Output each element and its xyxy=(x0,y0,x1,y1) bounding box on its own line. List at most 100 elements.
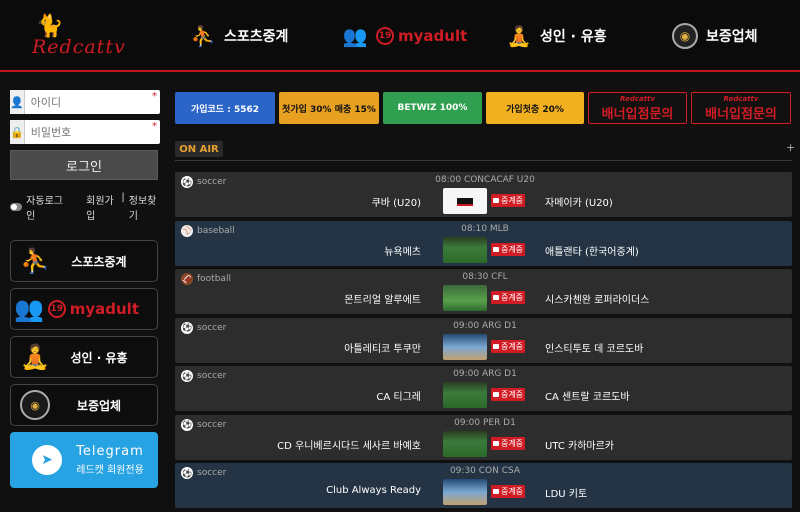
sport-name: baseball xyxy=(197,225,235,236)
sport-name: soccer xyxy=(197,468,227,478)
banner-inquiry-label: 배너입점문의 xyxy=(601,106,674,122)
game-time-league: 09:00 ARG D1 xyxy=(453,369,517,379)
massage-icon: 🧘 xyxy=(506,24,532,48)
game-row[interactable]: ⚽ soccer 09:30 CON CSA Club Always Ready 중계중… xyxy=(175,463,792,508)
banner-brand: Redcattv xyxy=(723,94,759,103)
away-team: CA 센트랄 코르도바 xyxy=(545,392,630,403)
camera-icon xyxy=(492,489,499,494)
banner-ad-1[interactable]: 가입코드 : 5562 xyxy=(175,92,275,124)
logo-text: Redcattv xyxy=(32,36,126,58)
banner-strip: 가입코드 : 5562 첫가입 30% 매충 15% BETWIZ 100% 가… xyxy=(175,92,792,124)
telegram-subtitle: 레드캣 회원전용 xyxy=(76,465,144,476)
stream-thumbnail[interactable] xyxy=(443,285,487,311)
home-team: CA 티그레 xyxy=(376,392,421,403)
top-header: 🐈 Redcattv ⛹ 스포츠중계 👥 19 myadult 🧘 성인 · 유… xyxy=(0,0,800,72)
sport-name: soccer xyxy=(197,371,227,381)
nav-myadult[interactable]: 👥 19 myadult xyxy=(342,20,468,52)
site-logo[interactable]: 🐈 Redcattv xyxy=(30,14,140,58)
game-list: ⚽ soccer 08:00 CONCACAF U20 쿠바 (U20) 중계중 자메이카… xyxy=(175,172,792,512)
stream-thumbnail[interactable] xyxy=(443,333,487,360)
more-button[interactable]: + xyxy=(786,141,795,154)
home-team: CD 우니베르시다드 세사르 바예호 xyxy=(277,440,421,452)
game-row[interactable]: ⚽ soccer 09:00 ARG D1 CA 티그레 중계중 CA 센트랄 코르도바 xyxy=(175,366,792,411)
guarantee-badge-icon: ◉ xyxy=(11,390,59,420)
side-menu-sports[interactable]: ⛹ 스포츠중계 xyxy=(10,240,158,282)
game-row[interactable]: ⚾ baseball 08:10 MLB 뉴욕메츠 중계중 애틀랜타 (한국어중계) xyxy=(175,220,792,266)
find-info-link[interactable]: 정보찾기 xyxy=(129,192,160,222)
side-menu-myadult[interactable]: 👥 19 myadult xyxy=(10,288,158,330)
nav-sports-label: 스포츠중계 xyxy=(224,29,289,45)
game-time-league: 09:00 ARG D1 xyxy=(453,320,517,331)
auto-login-toggle[interactable] xyxy=(10,203,23,211)
nav-sports[interactable]: ⛹ 스포츠중계 xyxy=(190,20,289,52)
sidebar: 👤 * 🔒 * 로그인 자동로그인 회원가입 | 정보찾기 ⛹ 스포츠중계 👥 … xyxy=(10,90,176,488)
sport-tag: ⚾ baseball xyxy=(181,224,235,237)
link-separator: | xyxy=(121,192,125,203)
divider xyxy=(175,160,792,161)
soccer-icon: ⚽ xyxy=(181,370,193,382)
away-team: 애틀랜타 (한국어중계) xyxy=(545,246,639,258)
live-badge[interactable]: 중계중 xyxy=(491,485,525,498)
game-time-league: 08:10 MLB xyxy=(461,223,509,234)
game-time-league: 09:30 CON CSA xyxy=(449,466,521,476)
home-team: 쿠바 (U20) xyxy=(371,198,421,209)
stream-thumbnail[interactable] xyxy=(443,188,487,214)
couple-silhouette-icon: 👥 xyxy=(14,295,45,323)
nav-adult-label: 성인 · 유흥 xyxy=(540,29,607,45)
game-time-league: 08:00 CONCACAF U20 xyxy=(435,175,535,185)
stream-thumbnail[interactable] xyxy=(443,236,487,263)
game-row[interactable]: ⚽ soccer 09:00 ARG D1 아틀레티코 투쿠만 중계중 인스티투토 데 코… xyxy=(175,317,792,363)
stream-thumbnail[interactable] xyxy=(443,382,487,408)
live-badge[interactable]: 중계중 xyxy=(491,436,525,450)
massage-icon: 🧘 xyxy=(20,343,50,371)
telegram-button[interactable]: ➤ Telegram 레드캣 회원전용 xyxy=(10,432,158,488)
adult-19-badge: 19 xyxy=(376,27,394,45)
live-badge[interactable]: 중계중 xyxy=(491,339,525,353)
auto-login-label: 자동로그인 xyxy=(26,196,63,222)
banner-ad-4[interactable]: 가입첫충 20% xyxy=(486,92,584,124)
side-menu-sports-label: 스포츠중계 xyxy=(71,254,127,269)
banner-inquiry-1[interactable]: Redcattv 배너입점문의 xyxy=(588,92,687,124)
home-team: 아틀레티코 투쿠만 xyxy=(344,343,421,355)
side-menu-guarantee[interactable]: ◉ 보증업체 xyxy=(10,384,158,426)
sport-name: soccer xyxy=(197,322,227,333)
sport-name: soccer xyxy=(197,419,227,430)
camera-icon xyxy=(492,392,499,397)
live-badge[interactable]: 중계중 xyxy=(491,291,525,304)
home-team: 몬트리얼 알루에트 xyxy=(344,295,421,306)
live-badge[interactable]: 중계중 xyxy=(491,194,525,207)
side-menu-adult-label: 성인 · 유흥 xyxy=(70,350,128,365)
live-label: 중계중 xyxy=(500,293,524,302)
banner-inquiry-2[interactable]: Redcattv 배너입점문의 xyxy=(691,92,791,124)
stream-thumbnail[interactable] xyxy=(443,479,487,505)
on-air-tab[interactable]: ON AIR xyxy=(175,141,223,157)
signup-link[interactable]: 회원가입 xyxy=(86,192,117,222)
live-badge[interactable]: 중계중 xyxy=(491,242,525,256)
banner-ad-2[interactable]: 첫가입 30% 매충 15% xyxy=(279,92,379,124)
game-row[interactable]: ⚽ soccer 09:00 PER D1 CD 우니베르시다드 세사르 바예호 중계중… xyxy=(175,414,792,460)
telegram-title: Telegram xyxy=(76,444,144,459)
live-badge[interactable]: 중계중 xyxy=(491,388,525,401)
stream-thumbnail[interactable] xyxy=(443,430,487,457)
game-row[interactable]: 🏈 football 08:30 CFL 몬트리얼 알루에트 중계중 시스카첸완 로퍼라이… xyxy=(175,269,792,314)
soccer-player-icon: ⛹ xyxy=(190,24,216,48)
side-menu-myadult-label: myadult xyxy=(69,300,139,318)
nav-myadult-label: myadult xyxy=(398,27,468,45)
camera-icon xyxy=(492,440,499,446)
user-icon: 👤 xyxy=(10,90,25,114)
required-mark: * xyxy=(152,121,157,132)
nav-guarantee[interactable]: ◉ 보증업체 xyxy=(672,20,758,52)
banner-brand: Redcattv xyxy=(620,94,655,103)
pw-field-wrap: 🔒 * xyxy=(10,120,176,144)
login-button[interactable]: 로그인 xyxy=(10,150,158,180)
soccer-icon: ⚽ xyxy=(181,467,193,479)
side-menu-adult[interactable]: 🧘 성인 · 유흥 xyxy=(10,336,158,378)
auto-login-row: 자동로그인 회원가입 | 정보찾기 xyxy=(10,192,160,222)
side-menu-guarantee-label: 보증업체 xyxy=(76,398,122,413)
game-row[interactable]: ⚽ soccer 08:00 CONCACAF U20 쿠바 (U20) 중계중 자메이카… xyxy=(175,172,792,217)
camera-icon xyxy=(492,198,499,203)
banner-ad-3[interactable]: BETWIZ 100% xyxy=(383,92,482,124)
nav-adult-entertainment[interactable]: 🧘 성인 · 유흥 xyxy=(506,20,607,52)
soccer-icon: ⚽ xyxy=(181,321,193,334)
id-field-wrap: 👤 * xyxy=(10,90,176,114)
